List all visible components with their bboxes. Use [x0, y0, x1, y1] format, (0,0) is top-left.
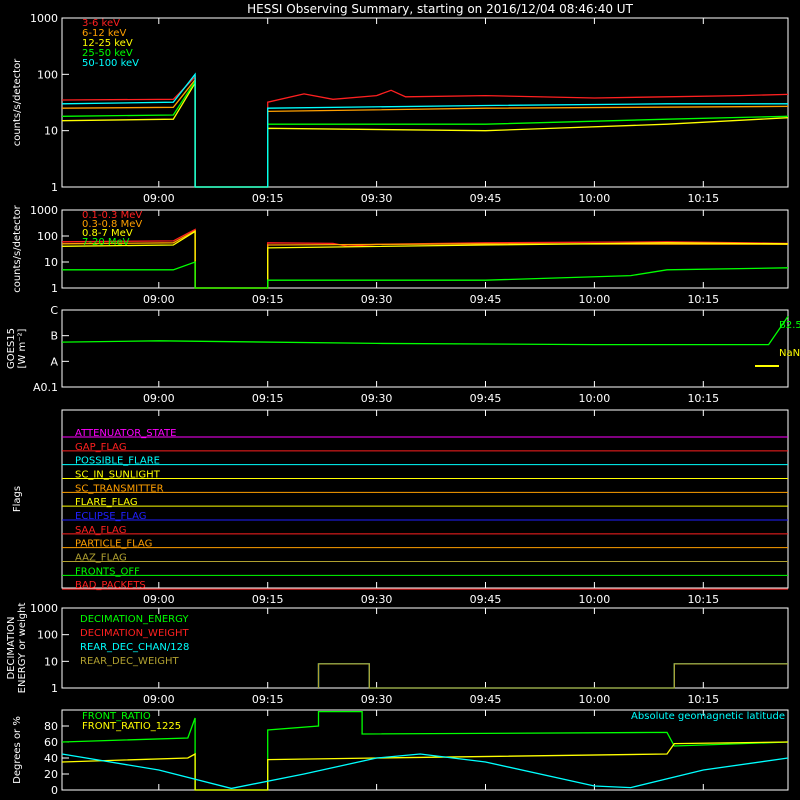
legend-entry-1-3: 7-20 MeV [82, 237, 130, 248]
series-line-0-0 [61, 75, 789, 188]
y-axis-label-0: counts/s/detector [12, 58, 23, 146]
x-tick-label-4-5: 10:15 [687, 693, 719, 706]
y-axis-label-3: Flags [12, 486, 23, 512]
series-line-5-1 [61, 741, 789, 791]
legend-entry-0-4: 50-100 keV [82, 58, 139, 69]
flag-label-11: BAD_PACKETS [75, 580, 146, 591]
y-tick-label-2-3: C [50, 304, 58, 317]
series-line-4-0 [317, 663, 788, 689]
goes-annotation-1: NaN [779, 348, 800, 359]
y-tick-label-5-1: 20 [44, 768, 58, 781]
legend-entry-5-2: Absolute geomagnetic latitude [631, 711, 785, 722]
y-tick-label-1-2: 100 [37, 230, 58, 243]
y-tick-label-5-2: 40 [44, 752, 58, 765]
y-axis-label-5: Degrees or % [12, 716, 23, 784]
y-tick-label-2-1: A [50, 355, 58, 368]
series-line-4-1 [317, 663, 788, 689]
legend-entry-4-0: DECIMATION_ENERGY [80, 614, 189, 625]
flag-label-4: SC_TRANSMITTER [75, 483, 164, 494]
y-tick-label-4-0: 1 [51, 682, 58, 695]
x-tick-label-0-4: 10:00 [579, 192, 611, 205]
legend-entry-4-3: REAR_DEC_WEIGHT [80, 656, 179, 667]
panels: 09:00 09:15 09:30 09:45 10:00 10:15 counts/s/d… [6, 12, 800, 797]
flag-label-6: ECLIPSE_FLAG [75, 511, 146, 522]
y-tick-label-4-3: 1000 [30, 602, 58, 615]
y-tick-label-4-1: 10 [44, 655, 58, 668]
flag-label-0: ATTENUATOR_STATE [75, 428, 176, 439]
series-line-2-0 [61, 316, 789, 346]
x-tick-label-1-1: 09:15 [252, 293, 284, 306]
x-tick-label-1-4: 10:00 [579, 293, 611, 306]
x-tick-label-1-3: 09:45 [470, 293, 502, 306]
flag-label-9: AAZ_FLAG [75, 553, 127, 564]
flag-label-7: SAA_FLAG [75, 525, 126, 536]
x-tick-label-2-5: 10:15 [687, 392, 719, 405]
x-tick-label-2-1: 09:15 [252, 392, 284, 405]
y-axis-label-1: counts/s/detector [12, 204, 23, 292]
y-tick-label-1-0: 1 [51, 282, 58, 295]
y-axis-label-2: GOES15 [6, 328, 17, 369]
series-line-1-1 [61, 229, 789, 289]
x-tick-label-2-4: 10:00 [579, 392, 611, 405]
y-tick-label-5-3: 60 [44, 736, 58, 749]
y-tick-label-2-0: A0.1 [33, 381, 58, 394]
x-tick-label-3-5: 10:15 [687, 593, 719, 606]
y-axis-label-4: DECIMATION [6, 616, 17, 679]
legend-entry-4-1: DECIMATION_WEIGHT [80, 628, 189, 639]
y-tick-label-2-2: B [50, 330, 58, 343]
x-tick-label-4-3: 09:45 [470, 693, 502, 706]
x-tick-label-0-5: 10:15 [687, 192, 719, 205]
x-tick-label-4-1: 09:15 [252, 693, 284, 706]
legend-entry-4-2: REAR_DEC_CHAN/128 [80, 642, 189, 653]
x-tick-label-3-0: 09:00 [143, 593, 175, 606]
y-tick-label-5-0: 0 [51, 784, 58, 797]
flag-label-10: FRONTS_OFF [75, 566, 140, 577]
x-tick-label-3-1: 09:15 [252, 593, 284, 606]
flag-label-1: GAP_FLAG [75, 442, 127, 453]
flag-label-3: SC_IN_SUNLIGHT [75, 470, 161, 481]
x-tick-label-3-3: 09:45 [470, 593, 502, 606]
x-tick-label-1-5: 10:15 [687, 293, 719, 306]
x-tick-label-2-0: 09:00 [143, 392, 175, 405]
panel-frame-2 [61, 309, 789, 388]
x-tick-label-0-3: 09:45 [470, 192, 502, 205]
y-tick-label-1-1: 10 [44, 256, 58, 269]
x-tick-label-0-1: 09:15 [252, 192, 284, 205]
y-tick-label-0-1: 10 [44, 125, 58, 138]
y-tick-label-5-4: 80 [44, 720, 58, 733]
legend-entry-5-1: FRONT_RATIO_1225 [82, 721, 181, 732]
x-tick-label-0-2: 09:30 [361, 192, 393, 205]
x-tick-label-4-0: 09:00 [143, 693, 175, 706]
series-line-1-0 [61, 228, 789, 289]
y-axis-label2-4: ENERGY or weight [17, 603, 28, 694]
flag-label-2: POSSIBLE_FLARE [75, 456, 160, 467]
goes-annotation-0: B2.5 [779, 320, 800, 331]
y-tick-label-1-3: 1000 [30, 204, 58, 217]
x-tick-label-2-2: 09:30 [361, 392, 393, 405]
y-tick-label-0-3: 1000 [30, 12, 58, 25]
x-tick-label-3-2: 09:30 [361, 593, 393, 606]
y-axis-label2-2: [W m⁻²] [17, 328, 28, 368]
hessi-summary-plot: HESSI Observing Summary, starting on 201… [6, 2, 800, 797]
series-line-1-2 [61, 230, 789, 289]
flag-label-8: PARTICLE_FLAG [75, 539, 152, 550]
flag-label-5: FLARE_FLAG [75, 497, 138, 508]
series-line-1-3 [62, 261, 789, 289]
y-tick-label-4-2: 100 [37, 629, 58, 642]
panel-frame-1 [61, 209, 789, 289]
x-tick-label-1-2: 09:30 [361, 293, 393, 306]
x-tick-label-1-0: 09:00 [143, 293, 175, 306]
plot-title: HESSI Observing Summary, starting on 201… [247, 2, 633, 16]
x-tick-label-0-0: 09:00 [143, 192, 175, 205]
x-tick-label-2-3: 09:45 [470, 392, 502, 405]
x-tick-label-4-4: 10:00 [579, 693, 611, 706]
x-tick-label-3-4: 10:00 [579, 593, 611, 606]
y-tick-label-0-2: 100 [37, 68, 58, 81]
y-tick-label-0-0: 1 [51, 181, 58, 194]
x-tick-label-4-2: 09:30 [361, 693, 393, 706]
